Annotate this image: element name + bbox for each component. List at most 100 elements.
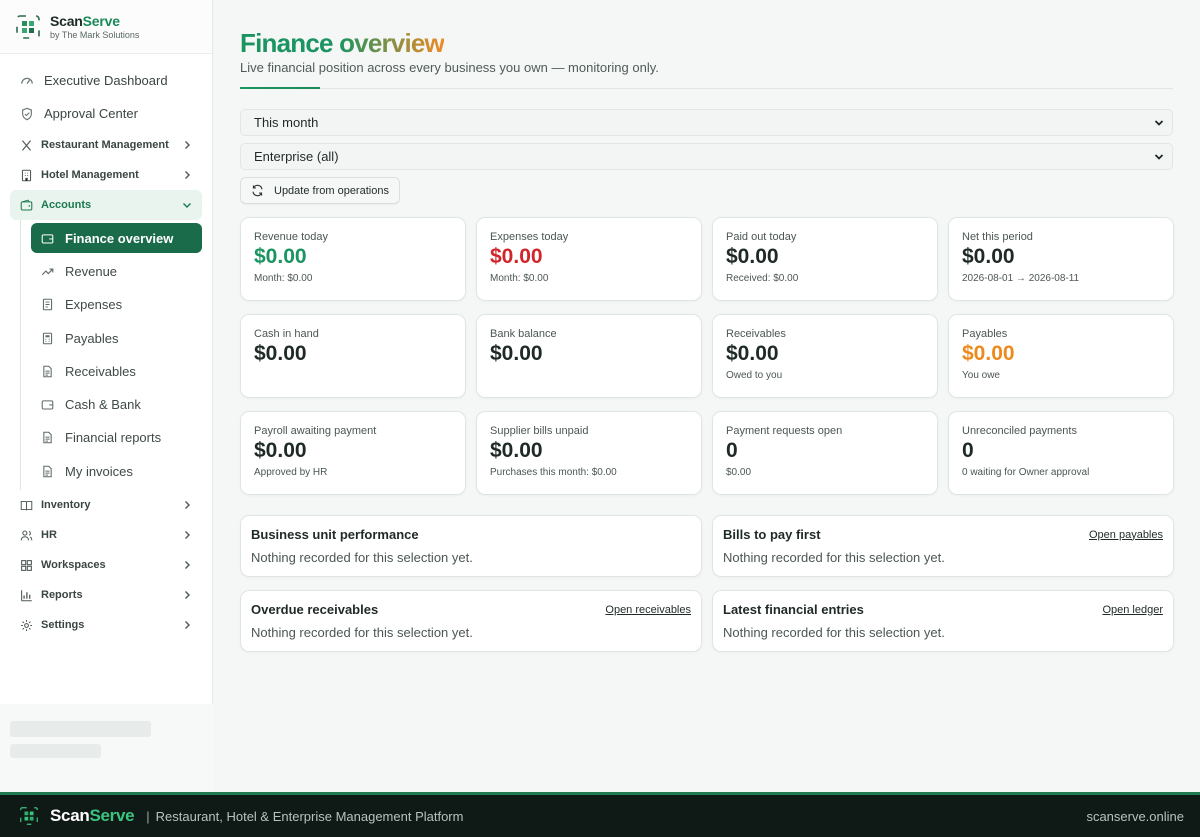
nav-group-accounts[interactable]: Accounts xyxy=(10,190,202,220)
kpi-value: $0.00 xyxy=(726,342,779,365)
chevron-right-icon xyxy=(185,561,190,570)
chevron-down-icon xyxy=(1154,120,1164,126)
nav-group-workspaces[interactable]: Workspaces xyxy=(10,550,202,580)
kpi-label: Payment requests open xyxy=(726,425,843,437)
sidebar-nav: Executive Dashboard Approval Center Rest… xyxy=(0,54,212,640)
scope-select[interactable]: Enterprise (all) xyxy=(240,143,1173,170)
kpi-note: Received: $0.00 xyxy=(726,273,799,284)
kpi-value: $0.00 xyxy=(726,245,779,268)
nav-group-inventory[interactable]: Inventory xyxy=(10,490,202,520)
sub-item-my-invoices[interactable]: My invoices xyxy=(31,455,202,488)
kpi-value: $0.00 xyxy=(962,245,1015,268)
panel-empty-message: Nothing recorded for this selection yet. xyxy=(723,550,945,565)
nav-group-label: Reports xyxy=(41,589,83,602)
nav-approval-center[interactable]: Approval Center xyxy=(0,97,212,130)
sub-item-finance-overview[interactable]: Finance overview xyxy=(31,223,202,253)
kpi-note: $0.00 xyxy=(726,467,752,478)
panel-title: Overdue receivables xyxy=(251,602,379,617)
nav-group-label: Inventory xyxy=(41,499,91,512)
brand-name-b: Serve xyxy=(82,12,120,29)
brand-name: ScanServe xyxy=(50,12,139,29)
kpi-value: $0.00 xyxy=(962,342,1015,365)
kpi-value: $0.00 xyxy=(490,245,543,268)
refresh-icon xyxy=(252,184,263,197)
kpi-value: $0.00 xyxy=(490,342,543,365)
open-receivables-link[interactable]: Open receivables xyxy=(605,604,691,616)
kpi-card-bank-balance: Bank balance $0.00 xyxy=(476,314,702,398)
update-button-label: Update from operations xyxy=(274,184,389,197)
kpi-card-unreconciled-payments: Unreconciled payments 0 0 waiting for Ow… xyxy=(948,411,1174,495)
open-payables-link[interactable]: Open payables xyxy=(1089,529,1163,541)
chevron-right-icon xyxy=(185,591,190,600)
sub-item-payables[interactable]: Payables xyxy=(31,322,202,355)
kpi-note: 2026-08-01 → 2026-08-11 xyxy=(962,273,1080,284)
gear-icon xyxy=(20,619,33,631)
users-icon xyxy=(20,530,33,540)
panels-grid: Business unit performance Nothing record… xyxy=(240,515,1174,652)
page-title-part: overview xyxy=(339,28,445,58)
kpi-label: Payables xyxy=(962,328,1008,340)
panel-business-unit-performance: Business unit performance Nothing record… xyxy=(240,515,702,577)
sub-item-receivables[interactable]: Receivables xyxy=(31,355,202,388)
nav-group-hr[interactable]: HR xyxy=(10,520,202,550)
period-select[interactable]: This month xyxy=(240,109,1173,136)
kpi-label: Paid out today xyxy=(726,231,797,243)
sub-item-label: Finance overview xyxy=(65,230,174,246)
kpi-value: $0.00 xyxy=(490,439,543,462)
nav-group-settings[interactable]: Settings xyxy=(10,610,202,640)
kpi-card-expenses-today: Expenses today $0.00 Month: $0.00 xyxy=(476,217,702,301)
building-icon xyxy=(21,169,32,181)
scanserve-logo-icon xyxy=(16,14,40,39)
nav-group-label: Workspaces xyxy=(41,559,106,572)
period-select-value: This month xyxy=(254,115,319,130)
sub-item-label: Financial reports xyxy=(65,430,162,446)
shield-check-icon xyxy=(22,107,32,120)
title-divider xyxy=(240,87,1173,89)
file-text-icon xyxy=(43,465,52,478)
kpi-label: Cash in hand xyxy=(254,328,319,340)
panel-title: Latest financial entries xyxy=(723,602,864,617)
kpi-value: 0 xyxy=(962,439,974,462)
sub-item-label: Payables xyxy=(65,330,119,346)
nav-group-label: Accounts xyxy=(41,199,92,211)
nav-group-restaurant-management[interactable]: Restaurant Management xyxy=(10,130,202,160)
page-title: Finance overview xyxy=(240,27,1173,59)
sub-item-expenses[interactable]: Expenses xyxy=(31,288,202,321)
nav-label: Executive Dashboard xyxy=(44,73,168,88)
kpi-label: Bank balance xyxy=(490,328,557,340)
panel-empty-message: Nothing recorded for this selection yet. xyxy=(723,625,945,640)
kpi-label: Revenue today xyxy=(254,231,328,243)
nav-group-hotel-management[interactable]: Hotel Management xyxy=(10,160,202,190)
book-open-icon xyxy=(20,500,33,511)
wallet-icon xyxy=(41,400,54,410)
update-from-operations-button[interactable]: Update from operations xyxy=(240,177,400,204)
kpi-note: Month: $0.00 xyxy=(254,273,313,284)
footer-domain: scanserve.online xyxy=(1086,808,1184,824)
brand[interactable]: ScanServe by The Mark Solutions xyxy=(0,0,212,54)
nav-label: Approval Center xyxy=(44,106,138,121)
gauge-icon xyxy=(21,77,33,84)
footer-brand-b: Serve xyxy=(89,806,135,825)
loading-skeleton xyxy=(10,744,101,758)
open-ledger-link[interactable]: Open ledger xyxy=(1102,604,1163,616)
scope-select-value: Enterprise (all) xyxy=(254,149,339,164)
nav-executive-dashboard[interactable]: Executive Dashboard xyxy=(0,64,212,97)
trending-up-icon xyxy=(41,268,54,276)
sub-item-cash-bank[interactable]: Cash & Bank xyxy=(31,388,202,421)
kpi-value: $0.00 xyxy=(254,439,307,462)
kpi-card-cash-in-hand: Cash in hand $0.00 xyxy=(240,314,466,398)
nav-group-reports[interactable]: Reports xyxy=(10,580,202,610)
kpi-grid: Revenue today $0.00 Month: $0.00 Expense… xyxy=(240,217,1174,495)
chevron-right-icon xyxy=(185,171,190,179)
page-subtitle: Live financial position across every bus… xyxy=(240,60,659,75)
kpi-label: Payroll awaiting payment xyxy=(254,425,377,437)
kpi-card-payment-requests: Payment requests open 0 $0.00 xyxy=(712,411,938,495)
sub-item-financial-reports[interactable]: Financial reports xyxy=(31,421,202,454)
footer-separator: | xyxy=(146,808,150,824)
kpi-label: Unreconciled payments xyxy=(962,425,1077,437)
chevron-right-icon xyxy=(185,621,190,630)
calculator-icon xyxy=(42,332,53,344)
grid-icon xyxy=(21,559,32,571)
title-accent-bar xyxy=(240,87,320,89)
sub-item-revenue[interactable]: Revenue xyxy=(31,255,202,288)
